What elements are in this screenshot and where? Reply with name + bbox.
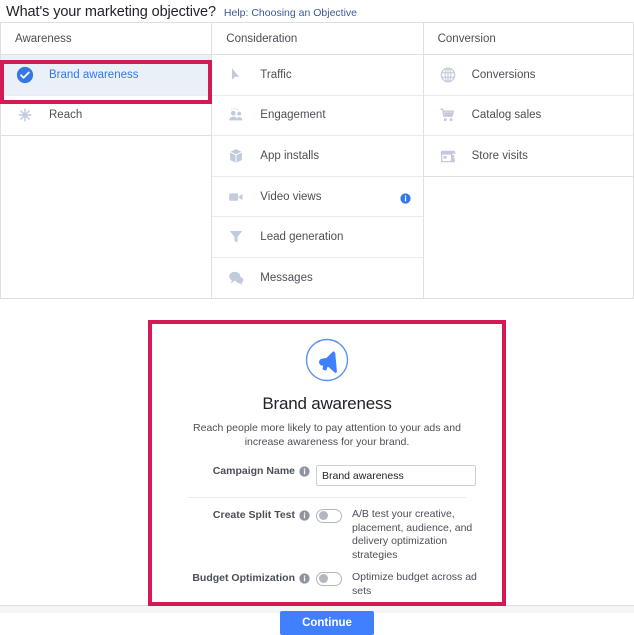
box-icon [226, 146, 246, 166]
objective-row-label: Conversions [472, 69, 633, 81]
column-filler [423, 177, 634, 299]
objective-row-traffic[interactable]: Traffic [212, 55, 422, 96]
objective-row-store-visits[interactable]: Store visits [424, 136, 633, 177]
info-icon[interactable] [400, 191, 411, 202]
help-choosing-objective-link[interactable]: Help: Choosing an Objective [224, 7, 357, 19]
column-filler [0, 136, 211, 298]
campaign-name-label: Campaign Name [213, 465, 295, 478]
speech-bubbles-icon [226, 268, 246, 288]
objective-row-label: Messages [260, 272, 422, 284]
objective-row-reach[interactable]: Reach [1, 96, 211, 137]
objective-row-catalog-sales[interactable]: Catalog sales [424, 96, 633, 137]
objective-row-messages[interactable]: Messages [212, 258, 422, 299]
objective-row-label: Video views [260, 191, 399, 203]
split-test-description: A/B test your creative, placement, audie… [352, 508, 490, 562]
objective-board: AwarenessBrand awarenessReachConsiderati… [0, 22, 634, 299]
budget-optimization-description: Optimize budget across ad sets [352, 571, 490, 598]
column-header-awareness: Awareness [0, 22, 211, 55]
objective-row-engagement[interactable]: Engagement [212, 96, 422, 137]
objective-row-lead-generation[interactable]: Lead generation [212, 217, 422, 258]
campaign-name-input[interactable] [316, 465, 476, 486]
objective-row-label: Traffic [260, 69, 422, 81]
detail-description: Reach people more likely to pay attentio… [177, 421, 477, 449]
objective-row-app-installs[interactable]: App installs [212, 136, 422, 177]
starburst-icon [15, 105, 35, 125]
column-list-conversion: Conversions Catalog sales Store visits [423, 55, 634, 177]
budget-optimization-label-wrap: Budget Optimization [164, 571, 316, 585]
toggle-knob [319, 574, 328, 583]
toggle-knob [319, 511, 328, 520]
objective-row-label: Store visits [472, 150, 633, 162]
form-divider [188, 497, 466, 498]
campaign-name-label-wrap: Campaign Name [164, 465, 316, 478]
objective-detail-panel: Brand awareness Reach people more likely… [152, 324, 502, 602]
column-list-awareness: Brand awareness Reach [0, 55, 211, 136]
objective-row-label: Engagement [260, 109, 422, 121]
detail-title: Brand awareness [152, 394, 502, 414]
budget-optimization-control: Optimize budget across ad sets [316, 571, 490, 598]
storefront-icon [438, 146, 458, 166]
split-test-control: A/B test your creative, placement, audie… [316, 508, 490, 562]
budget-optimization-label: Budget Optimization [192, 572, 295, 585]
check-circle-icon [15, 65, 35, 85]
split-test-toggle[interactable] [316, 509, 342, 523]
objective-row-label: Lead generation [260, 231, 422, 243]
column-header-conversion: Conversion [423, 22, 634, 55]
budget-optimization-toggle[interactable] [316, 572, 342, 586]
globe-icon [438, 65, 458, 85]
megaphone-icon [305, 338, 349, 382]
column-list-consideration: Traffic Engagement App installs Video views… [211, 55, 422, 299]
people-icon [226, 105, 246, 125]
objective-row-video-views[interactable]: Video views [212, 177, 422, 218]
cursor-arrow-icon [226, 65, 246, 85]
page-header: What's your marketing objective? Help: C… [0, 0, 634, 22]
info-icon[interactable] [299, 510, 310, 521]
budget-optimization-row: Budget Optimization Optimize budget acro… [164, 571, 490, 598]
objective-row-conversions[interactable]: Conversions [424, 55, 633, 96]
objective-column-conversion: Conversion Conversions Catalog sales Store … [423, 22, 634, 299]
split-test-label: Create Split Test [213, 509, 295, 522]
campaign-name-control [316, 465, 490, 486]
objective-column-consideration: Consideration Traffic Engagement App instal… [211, 22, 422, 299]
page-title: What's your marketing objective? [6, 4, 216, 20]
detail-icon-wrapper [152, 338, 502, 382]
split-test-row: Create Split Test A/B test your creative… [164, 508, 490, 562]
objective-row-label: Brand awareness [49, 69, 211, 81]
objective-row-label: App installs [260, 150, 422, 162]
campaign-name-row: Campaign Name [164, 465, 490, 486]
objective-row-label: Catalog sales [472, 109, 633, 121]
objective-row-label: Reach [49, 109, 211, 121]
objective-row-brand-awareness[interactable]: Brand awareness [1, 55, 211, 96]
funnel-icon [226, 227, 246, 247]
shopping-cart-icon [438, 105, 458, 125]
campaign-form: Campaign Name Create Split Test [152, 465, 502, 635]
continue-button[interactable]: Continue [280, 611, 374, 635]
continue-button-wrapper: Continue [164, 611, 490, 635]
info-icon[interactable] [299, 573, 310, 584]
video-camera-icon [226, 187, 246, 207]
info-icon[interactable] [299, 466, 310, 477]
split-test-label-wrap: Create Split Test [164, 508, 316, 522]
column-header-consideration: Consideration [211, 22, 422, 55]
objective-column-awareness: Awareness Brand awareness Reach [0, 22, 211, 299]
